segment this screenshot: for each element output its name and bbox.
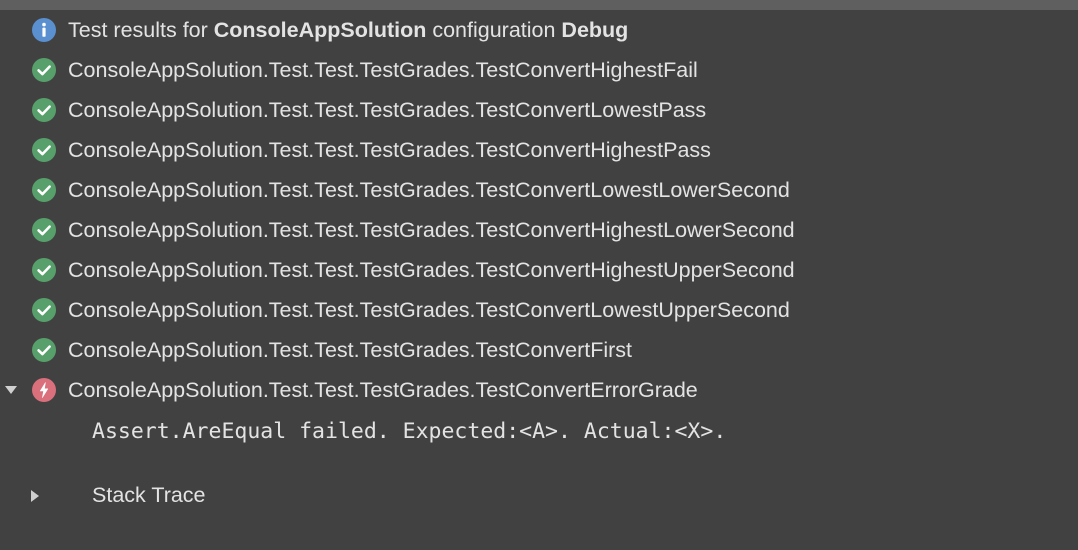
test-row[interactable]: ConsoleAppSolution.Test.Test.TestGrades.… [0,210,1078,250]
test-results-panel: Test results for ConsoleAppSolution conf… [0,10,1078,550]
test-row[interactable]: ConsoleAppSolution.Test.Test.TestGrades.… [0,330,1078,370]
lightning-circle-icon [32,378,56,402]
test-name: ConsoleAppSolution.Test.Test.TestGrades.… [68,257,795,282]
check-circle-icon [32,338,56,362]
stack-trace-label: Stack Trace [92,483,206,507]
top-strip [0,0,1078,10]
check-circle-icon [32,98,56,122]
test-name: ConsoleAppSolution.Test.Test.TestGrades.… [68,377,698,402]
test-row[interactable]: ConsoleAppSolution.Test.Test.TestGrades.… [0,290,1078,330]
check-circle-icon [32,298,56,322]
stack-trace-row[interactable]: Stack Trace [0,476,400,516]
test-name: ConsoleAppSolution.Test.Test.TestGrades.… [68,97,707,122]
check-circle-icon [32,178,56,202]
test-name: ConsoleAppSolution.Test.Test.TestGrades.… [68,57,698,82]
test-name: ConsoleAppSolution.Test.Test.TestGrades.… [68,337,633,362]
configuration-name: Debug [561,17,629,42]
expand-triangle-icon[interactable] [4,383,18,397]
check-circle-icon [32,258,56,282]
test-name: ConsoleAppSolution.Test.Test.TestGrades.… [68,297,790,322]
test-name: ConsoleAppSolution.Test.Test.TestGrades.… [68,137,711,162]
test-row[interactable]: ConsoleAppSolution.Test.Test.TestGrades.… [0,90,1078,130]
collapse-triangle-icon[interactable] [28,489,42,503]
check-circle-icon [32,218,56,242]
failure-message: Assert.AreEqual failed. Expected:<A>. Ac… [92,419,727,444]
test-row[interactable]: ConsoleAppSolution.Test.Test.TestGrades.… [0,50,1078,90]
test-results-header: Test results for ConsoleAppSolution conf… [0,10,1078,50]
test-name: ConsoleAppSolution.Test.Test.TestGrades.… [68,217,795,242]
test-row-error[interactable]: ConsoleAppSolution.Test.Test.TestGrades.… [0,370,1078,410]
info-icon [32,18,56,42]
check-circle-icon [32,58,56,82]
solution-name: ConsoleAppSolution [213,17,427,42]
test-results-title: Test results for ConsoleAppSolution conf… [68,18,628,43]
test-row[interactable]: ConsoleAppSolution.Test.Test.TestGrades.… [0,130,1078,170]
test-name: ConsoleAppSolution.Test.Test.TestGrades.… [68,177,790,202]
title-middle: configuration [426,17,562,42]
test-row[interactable]: ConsoleAppSolution.Test.Test.TestGrades.… [0,250,1078,290]
check-circle-icon [32,138,56,162]
test-row[interactable]: ConsoleAppSolution.Test.Test.TestGrades.… [0,170,1078,210]
title-prefix: Test results for [68,17,214,42]
